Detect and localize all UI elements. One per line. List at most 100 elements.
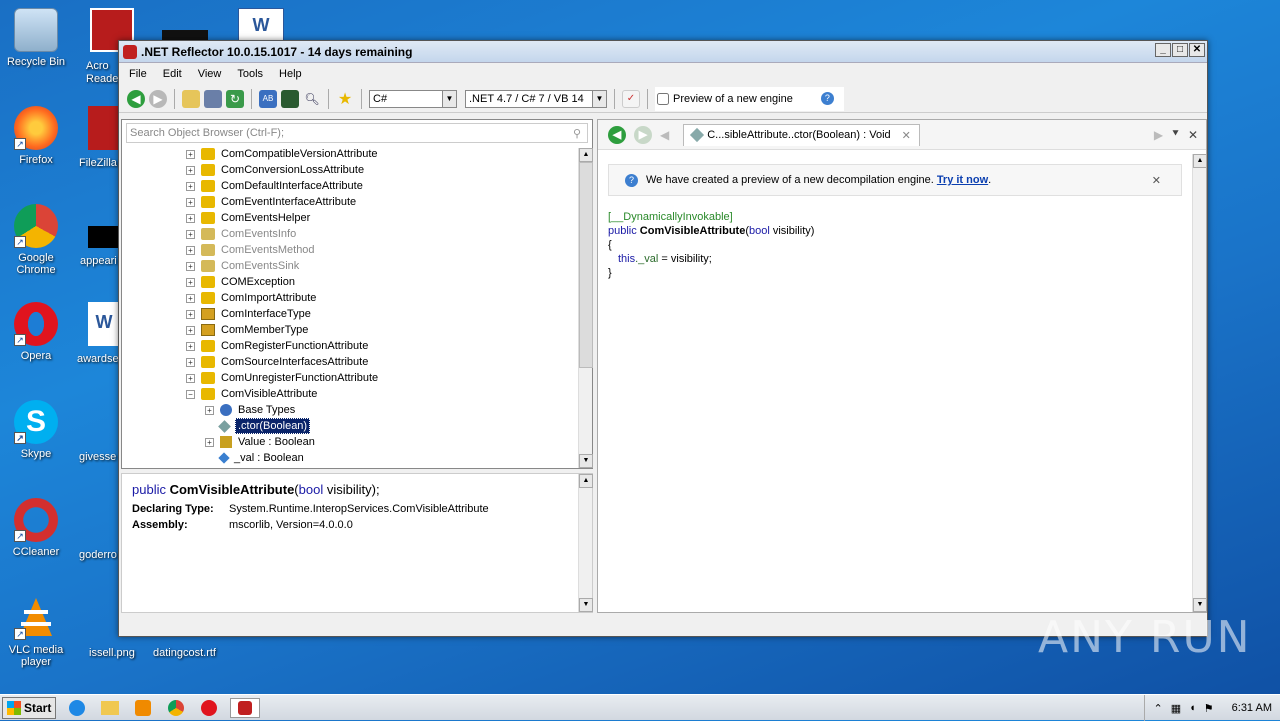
code-field[interactable]: ._val — [635, 253, 658, 265]
language-select[interactable]: C# ▼ — [369, 89, 457, 108]
open-folder-icon[interactable] — [182, 89, 200, 108]
tree-node[interactable]: + ComDefaultInterfaceAttribute — [122, 178, 578, 194]
chevron-down-icon[interactable]: ▼ — [592, 90, 606, 107]
expand-icon[interactable]: + — [205, 405, 214, 415]
tree-node[interactable]: − ComVisibleAttribute — [122, 386, 578, 402]
tree-node[interactable]: + ComMemberType — [122, 322, 578, 338]
menu-tools[interactable]: Tools — [237, 68, 263, 80]
tree-node[interactable]: + ComRegisterFunctionAttribute — [122, 338, 578, 354]
tree-child-node[interactable]: + Base Types — [122, 402, 578, 418]
save-icon[interactable] — [204, 89, 222, 108]
scroll-down-icon[interactable]: ▼ — [579, 598, 593, 612]
tree-node[interactable]: + ComEventsMethod — [122, 242, 578, 258]
preview-engine-checkbox[interactable] — [657, 92, 669, 105]
tab-ctor-boolean[interactable]: C...sibleAttribute..ctor(Boolean) : Void… — [683, 123, 920, 146]
analyzer-icon[interactable]: AB — [259, 89, 277, 108]
clock[interactable]: 6:31 AM — [1232, 702, 1272, 714]
taskbar-opera[interactable] — [197, 698, 221, 718]
maximize-button[interactable]: □ — [1172, 43, 1188, 57]
disassembler-icon[interactable] — [281, 89, 299, 108]
taskbar-reflector[interactable] — [230, 697, 260, 718]
expand-icon[interactable]: + — [186, 325, 195, 335]
back-icon[interactable]: ◀ — [608, 125, 626, 144]
tree-node[interactable]: + ComEventsSink — [122, 258, 578, 274]
try-it-now-link[interactable]: Try it now — [937, 174, 988, 186]
taskbar-chrome[interactable] — [164, 698, 188, 718]
menu-view[interactable]: View — [198, 68, 222, 80]
assembly-value[interactable]: mscorlib, Version=4.0.0.0 — [229, 519, 353, 531]
collapse-icon[interactable]: − — [186, 389, 195, 399]
tab-close-icon[interactable]: ✕ — [902, 129, 911, 142]
title-bar[interactable]: .NET Reflector 10.0.15.1017 - 14 days re… — [119, 41, 1207, 63]
action-center-flag-icon[interactable]: ⚑ — [1204, 702, 1214, 715]
volume-icon[interactable]: ◖ — [1189, 702, 1196, 714]
framework-select[interactable]: .NET 4.7 / C# 7 / VB 14 ▼ — [465, 89, 607, 108]
expand-icon[interactable]: + — [186, 277, 195, 287]
code-attribute[interactable]: [__DynamicallyInvokable] — [608, 210, 814, 224]
close-button[interactable]: ✕ — [1189, 43, 1205, 57]
options-icon[interactable]: ✓ — [622, 89, 640, 108]
tree-scrollbar[interactable]: ▲ ▼ — [578, 148, 593, 468]
search-icon[interactable]: 🔍︎ — [303, 90, 321, 108]
expand-icon[interactable]: + — [186, 245, 195, 255]
expand-icon[interactable]: + — [186, 309, 195, 319]
desktop-icon-skype[interactable]: S ↗ Skype — [0, 400, 72, 460]
menu-file[interactable]: File — [129, 68, 147, 80]
tree-node[interactable]: + ComEventInterfaceAttribute — [122, 194, 578, 210]
search-icon[interactable]: ⚲ — [573, 127, 587, 140]
taskbar-ie[interactable] — [65, 698, 89, 718]
tree-child-node[interactable]: .ctor(Boolean) — [122, 418, 578, 434]
expand-icon[interactable]: + — [186, 149, 195, 159]
desktop-icon-recycle-bin[interactable]: Recycle Bin — [0, 8, 72, 68]
expand-icon[interactable]: + — [186, 165, 195, 175]
banner-close-icon[interactable]: ✕ — [1152, 174, 1161, 187]
help-icon[interactable]: ? — [820, 92, 834, 105]
code-scrollbar[interactable]: ▲ ▼ — [1192, 154, 1207, 612]
taskbar-media-player[interactable] — [131, 698, 155, 718]
tab-scroll-left-icon[interactable]: ◀ — [660, 128, 669, 142]
desktop-icon-firefox[interactable]: ↗ Firefox — [0, 106, 72, 166]
forward-icon[interactable]: ▶ — [634, 125, 652, 144]
expand-icon[interactable]: + — [186, 293, 195, 303]
expand-icon[interactable]: + — [186, 229, 195, 239]
declaring-type-value[interactable]: System.Runtime.InteropServices.ComVisibl… — [229, 503, 489, 515]
menu-edit[interactable]: Edit — [163, 68, 182, 80]
bookmark-star-icon[interactable]: ★ — [336, 90, 354, 108]
start-button[interactable]: Start — [2, 696, 56, 719]
code-ctor-name[interactable]: ComVisibleAttribute — [640, 225, 746, 237]
back-icon[interactable]: ◀ — [127, 89, 145, 108]
tree-node[interactable]: + ComImportAttribute — [122, 290, 578, 306]
chevron-down-icon[interactable]: ▼ — [442, 90, 456, 107]
tray-expand-icon[interactable]: ⌃ — [1153, 702, 1162, 715]
tab-scroll-right-icon[interactable]: ▶ — [1154, 128, 1163, 142]
tab-list-icon[interactable]: ⯆ — [1171, 128, 1180, 141]
tree-node[interactable]: + ComEventsHelper — [122, 210, 578, 226]
scroll-up-icon[interactable]: ▲ — [579, 148, 593, 162]
taskbar-explorer[interactable] — [98, 698, 122, 718]
desktop-icon-chrome[interactable]: ↗ Google Chrome — [0, 204, 72, 276]
desktop-icon-appeari[interactable] — [88, 226, 120, 248]
tree-node[interactable]: + ComSourceInterfacesAttribute — [122, 354, 578, 370]
tree-node[interactable]: + ComUnregisterFunctionAttribute — [122, 370, 578, 386]
scroll-up-icon[interactable]: ▲ — [579, 474, 593, 488]
search-input[interactable]: Search Object Browser (Ctrl-F); — [130, 127, 573, 139]
expand-icon[interactable]: + — [186, 357, 195, 367]
scroll-down-icon[interactable]: ▼ — [1193, 598, 1207, 612]
menu-help[interactable]: Help — [279, 68, 302, 80]
sig-type[interactable]: bool — [299, 482, 324, 497]
minimize-button[interactable]: _ — [1155, 43, 1171, 57]
expand-icon[interactable]: + — [186, 213, 195, 223]
desktop-icon-awardse[interactable]: W — [88, 302, 120, 346]
close-tab-icon[interactable]: ✕ — [1188, 128, 1198, 142]
code-type[interactable]: bool — [749, 225, 770, 237]
scroll-down-icon[interactable]: ▼ — [579, 454, 593, 468]
expand-icon[interactable]: + — [205, 437, 214, 447]
forward-icon[interactable]: ▶ — [149, 89, 167, 108]
desktop-icon-ccleaner[interactable]: ↗ CCleaner — [0, 498, 72, 558]
network-icon[interactable]: ▦ — [1171, 702, 1181, 715]
expand-icon[interactable]: + — [186, 261, 195, 271]
expand-icon[interactable]: + — [186, 373, 195, 383]
desktop-icon-word[interactable]: W — [238, 8, 284, 42]
expand-icon[interactable]: + — [186, 341, 195, 351]
tree-node[interactable]: + COMException — [122, 274, 578, 290]
